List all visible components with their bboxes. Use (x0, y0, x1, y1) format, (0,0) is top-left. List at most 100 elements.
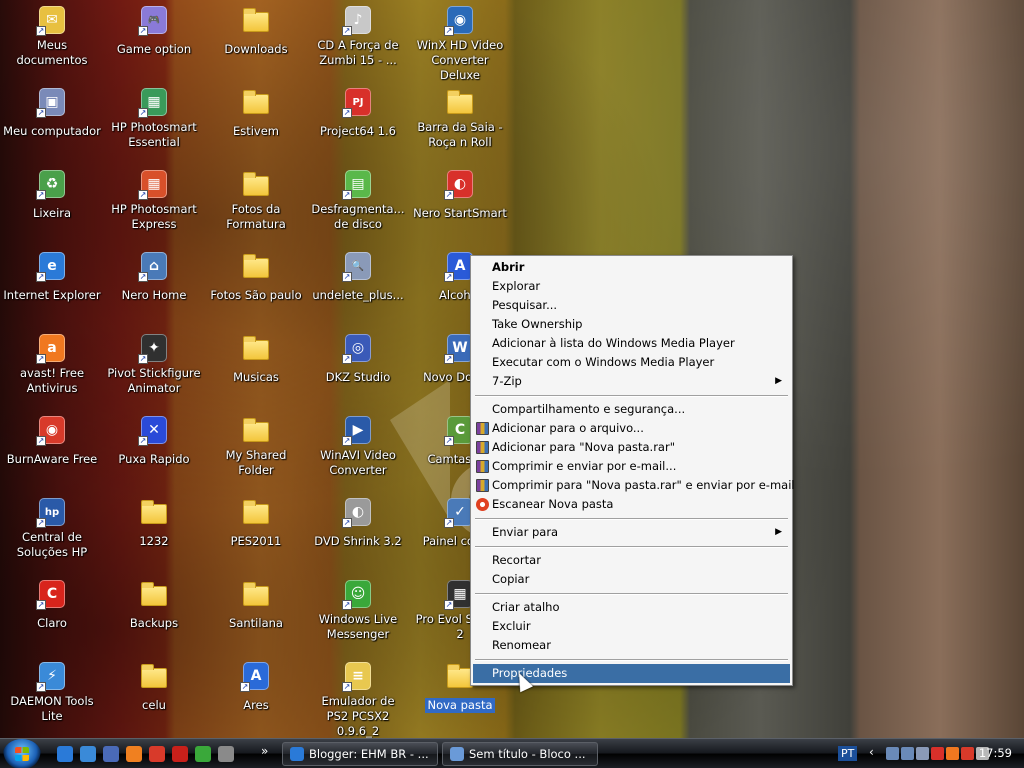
menu-item[interactable]: Take Ownership (473, 315, 790, 334)
desktop-icon[interactable]: ◐ ↗ DVD Shrink 3.2 (307, 496, 409, 549)
desktop-icon[interactable]: ▦ ↗ HP Photosmart Essential (103, 86, 205, 150)
menu-item[interactable]: Adicionar à lista do Windows Media Playe… (473, 334, 790, 353)
menu-item[interactable]: Comprimir e enviar por e-mail... (473, 457, 790, 476)
submenu-arrow-icon: ▶ (775, 376, 782, 386)
desktop-icon[interactable]: ◎ ↗ DKZ Studio (307, 332, 409, 385)
desktop-icon[interactable]: My Shared Folder (205, 414, 307, 478)
volume-icon[interactable] (961, 747, 974, 760)
ie-quicklaunch-icon[interactable] (57, 746, 73, 762)
menu-item-label: 7-Zip (492, 374, 522, 388)
desktop-icon[interactable]: Musicas (205, 332, 307, 385)
desktop-icon[interactable]: ▣ ↗ Meu computador (1, 86, 103, 139)
desktop-icon[interactable]: a ↗ avast! Free Antivirus (1, 332, 103, 396)
menu-item[interactable]: Excluir (473, 617, 790, 636)
avast-tray-icon[interactable] (946, 747, 959, 760)
desktop-icon[interactable]: ✕ ↗ Puxa Rapido (103, 414, 205, 467)
menu-item[interactable]: Renomear (473, 636, 790, 655)
menu-item[interactable]: Pesquisar... (473, 296, 790, 315)
outlook-quicklaunch-icon[interactable] (103, 746, 119, 762)
quick-launch-overflow-icon[interactable]: » (261, 744, 268, 758)
desktop-icon[interactable]: Estivem (205, 86, 307, 139)
menu-item[interactable]: 7-Zip ▶ (473, 372, 790, 391)
desktop-icon[interactable]: ✦ ↗ Pivot Stickfigure Animator (103, 332, 205, 396)
folder-icon (240, 86, 272, 118)
desktop-icon[interactable]: 🔍 ↗ undelete_plus... (307, 250, 409, 303)
red-app-quicklaunch-icon[interactable] (172, 746, 188, 762)
desktop-icon[interactable]: ≡ ↗ Emulador de PS2 PCSX2 0.9.6_2 (307, 660, 409, 739)
desktop-icon-label: 1232 (139, 534, 169, 548)
desktop-icon[interactable]: 🎮 ↗ Game option (103, 4, 205, 57)
game-quicklaunch-icon[interactable] (149, 746, 165, 762)
desktop-icon[interactable]: C ↗ Claro (1, 578, 103, 631)
display-icon[interactable] (901, 747, 914, 760)
folder-icon (240, 168, 272, 200)
menu-item[interactable]: Comprimir para "Nova pasta.rar" e enviar… (473, 476, 795, 495)
desktop-icon[interactable]: Backups (103, 578, 205, 631)
clock[interactable]: 17:59 (979, 746, 1012, 760)
shortcut-arrow-icon: ↗ (138, 26, 148, 36)
winx-icon: ◉ ↗ (444, 4, 476, 36)
taskbar-button[interactable]: Blogger: EHM BR - ... (282, 742, 438, 766)
desktop-icon[interactable]: ◐ ↗ Nero StartSmart (409, 168, 511, 221)
desktop-icon[interactable]: Fotos da Formatura (205, 168, 307, 232)
desktop-icon-label: Emulador de PS2 PCSX2 0.9.6_2 (321, 694, 395, 738)
menu-item[interactable]: Compartilhamento e segurança... (473, 400, 790, 419)
desktop-icon[interactable]: celu (103, 660, 205, 713)
show-hidden-icons-chevron[interactable]: ‹ (869, 745, 874, 759)
desktop-icon[interactable]: ▤ ↗ Desfragmenta... de disco (307, 168, 409, 232)
shortcut-arrow-icon: ↗ (342, 518, 352, 528)
menu-item[interactable]: Adicionar para o arquivo... (473, 419, 790, 438)
desktop-icon[interactable]: ▦ ↗ HP Photosmart Express (103, 168, 205, 232)
network-icon[interactable] (886, 747, 899, 760)
desktop-icon[interactable]: ♻ ↗ Lixeira (1, 168, 103, 221)
folder-icon (240, 4, 272, 36)
taskbar-button[interactable]: Sem título - Bloco ... (442, 742, 598, 766)
menu-item[interactable]: Copiar (473, 570, 790, 589)
desktop-icon[interactable]: ⚡ ↗ DAEMON Tools Lite (1, 660, 103, 724)
start-button[interactable] (3, 739, 41, 768)
menu-item-label: Adicionar para o arquivo... (492, 421, 644, 435)
menu-item[interactable]: Criar atalho (473, 598, 790, 617)
media-player-quicklaunch-icon[interactable] (80, 746, 96, 762)
antivirus-tray-icon[interactable] (931, 747, 944, 760)
desktop-icon[interactable]: ♪ ↗ CD A Força de Zumbi 15 - ... (307, 4, 409, 68)
language-indicator[interactable]: PT (838, 746, 858, 761)
desktop-icon[interactable]: ✉ ↗ Meus documentos (1, 4, 103, 68)
desktop-icon[interactable]: ☺ ↗ Windows Live Messenger (307, 578, 409, 642)
menu-item[interactable]: Executar com o Windows Media Player (473, 353, 790, 372)
messenger-quicklaunch-icon[interactable] (195, 746, 211, 762)
network-connection-icon[interactable] (916, 747, 929, 760)
winrar-icon (476, 441, 489, 454)
desktop-icon-label: Santilana (229, 616, 283, 630)
shortcut-arrow-icon: ↗ (138, 108, 148, 118)
desktop-icon[interactable]: Downloads (205, 4, 307, 57)
shortcut-arrow-icon: ↗ (342, 436, 352, 446)
desktop-icon[interactable]: ◉ ↗ WinX HD Video Converter Deluxe (409, 4, 511, 83)
shortcut-arrow-icon: ↗ (342, 26, 352, 36)
desktop-icon[interactable]: Barra da Saia - Roça n Roll (409, 86, 511, 150)
desktop-icon[interactable]: ⌂ ↗ Nero Home (103, 250, 205, 303)
desktop-icon[interactable]: Fotos São paulo (205, 250, 307, 303)
menu-item[interactable]: Adicionar para "Nova pasta.rar" (473, 438, 790, 457)
menu-item-label: Propriedades (492, 666, 568, 680)
desktop-icon-label: WinAVI Video Converter (320, 448, 396, 477)
desktop-icon[interactable]: PES2011 (205, 496, 307, 549)
documents-icon: ✉ ↗ (36, 4, 68, 36)
menu-item[interactable]: Abrir (473, 258, 790, 277)
desktop-icon-label: Estivem (232, 124, 280, 138)
desktop-icon[interactable]: ◉ ↗ BurnAware Free (1, 414, 103, 467)
menu-item[interactable]: Explorar (473, 277, 790, 296)
menu-item[interactable]: Enviar para ▶ (473, 523, 790, 542)
desktop-icon[interactable]: PJ ↗ Project64 1.6 (307, 86, 409, 139)
menu-item[interactable]: Escanear Nova pasta (473, 495, 790, 514)
desktop-icon[interactable]: 1232 (103, 496, 205, 549)
menu-item[interactable]: Recortar (473, 551, 790, 570)
desktop-icon[interactable]: Santilana (205, 578, 307, 631)
blogger-quicklaunch-icon[interactable] (126, 746, 142, 762)
desktop-icon[interactable]: e ↗ Internet Explorer (1, 250, 103, 303)
desktop-icon[interactable]: A ↗ Ares (205, 660, 307, 713)
desktop-icon[interactable]: ▶ ↗ WinAVI Video Converter (307, 414, 409, 478)
menu-item-label: Compartilhamento e segurança... (492, 402, 686, 416)
drop-quicklaunch-icon[interactable] (218, 746, 234, 762)
desktop-icon[interactable]: hp ↗ Central de Soluções HP (1, 496, 103, 560)
